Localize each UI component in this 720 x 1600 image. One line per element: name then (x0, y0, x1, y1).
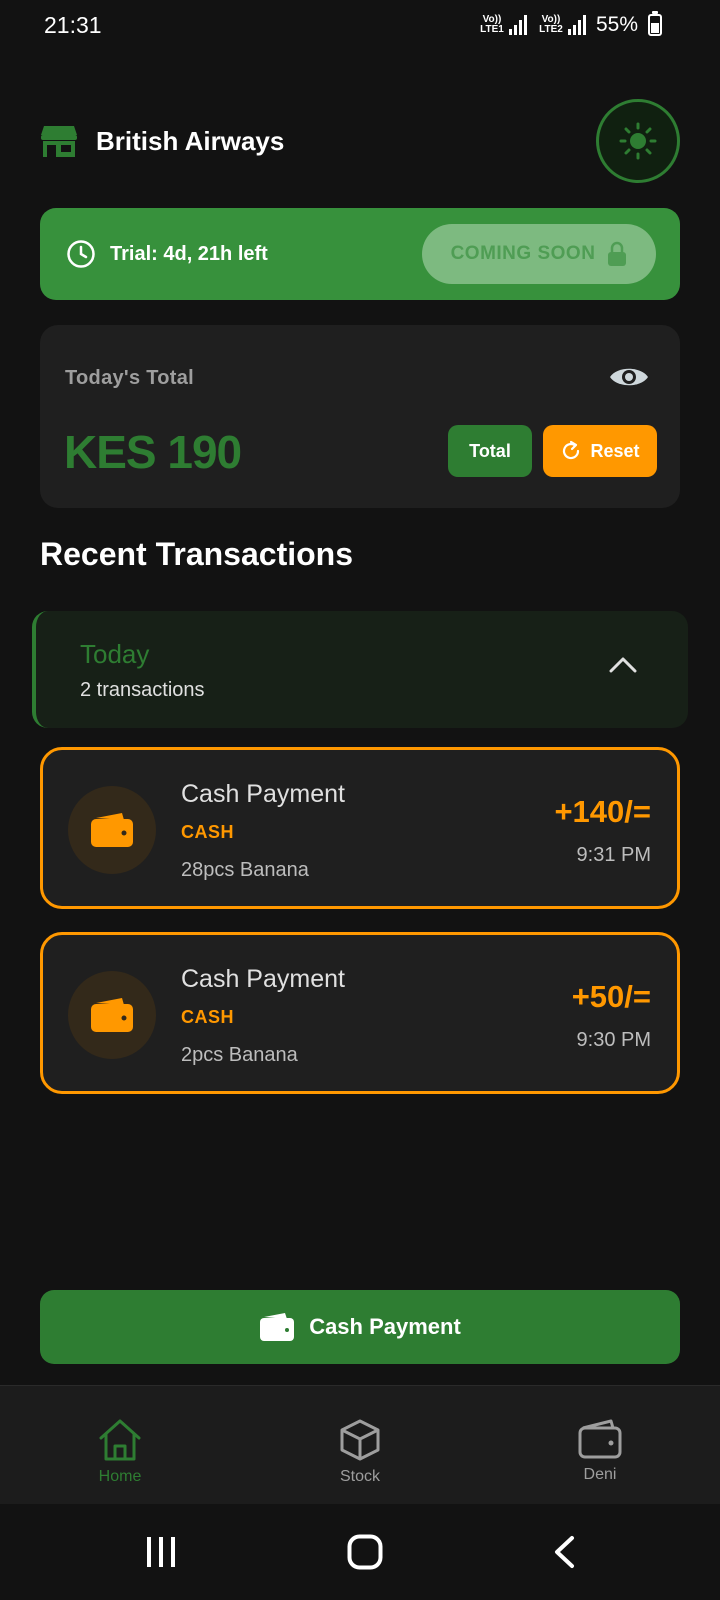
store-brand: British Airways (40, 124, 284, 158)
today-total-amount: KES 190 (64, 426, 242, 478)
bottom-nav: Home Stock Deni (0, 1385, 720, 1504)
chevron-up-icon (609, 657, 637, 673)
transaction-card[interactable]: Cash Payment CASH 2pcs Banana +50/= 9:30… (40, 932, 680, 1094)
wallet-icon (260, 1313, 295, 1341)
reset-label: Reset (590, 440, 640, 461)
lock-icon (608, 241, 627, 266)
system-nav-bar (0, 1504, 720, 1600)
transaction-description: 2pcs Banana (181, 1044, 298, 1066)
signal-bars-icon (567, 15, 586, 35)
status-indicators: Vo)) LTE1 Vo)) LTE2 55% (478, 11, 662, 37)
trial-text: Trial: 4d, 21h left (110, 242, 268, 265)
group-title: Today (80, 639, 150, 669)
nav-label-home: Home (98, 1468, 142, 1485)
home-icon (99, 1419, 141, 1461)
total-button[interactable]: Total (448, 425, 532, 477)
store-icon (41, 126, 77, 157)
sim1-signal: Vo)) LTE1 (478, 15, 527, 35)
cube-icon (340, 1419, 380, 1461)
group-count: 2 transactions (80, 679, 205, 701)
toggle-visibility-button[interactable] (608, 361, 650, 393)
transaction-title: Cash Payment (181, 965, 345, 993)
clock-icon (67, 240, 95, 268)
transaction-group-today[interactable]: Today 2 transactions (32, 611, 688, 728)
transaction-method: CASH (181, 822, 235, 842)
transaction-icon (68, 786, 156, 874)
sim1-label: Vo)) LTE1 (480, 14, 504, 35)
nav-item-deni[interactable]: Deni (480, 1386, 720, 1504)
transaction-time: 9:31 PM (576, 844, 651, 866)
transaction-method: CASH (181, 1007, 235, 1027)
theme-toggle-button[interactable] (596, 99, 680, 183)
coming-soon-button[interactable]: COMING SOON (422, 224, 656, 284)
status-time: 21:31 (44, 11, 102, 38)
transaction-description: 28pcs Banana (181, 859, 309, 881)
home-button-icon[interactable] (347, 1534, 383, 1570)
signal-bars-icon (508, 15, 527, 35)
nav-item-stock[interactable]: Stock (240, 1386, 480, 1504)
battery-percent: 55% (595, 13, 638, 36)
cash-payment-label: Cash Payment (309, 1314, 461, 1339)
wallet-icon (91, 813, 133, 847)
transaction-icon (68, 971, 156, 1059)
transaction-amount: +50/= (571, 979, 651, 1014)
battery-icon (648, 11, 662, 36)
trial-banner: Trial: 4d, 21h left COMING SOON (40, 208, 680, 300)
cash-payment-button[interactable]: Cash Payment (40, 1290, 680, 1364)
transaction-amount: +140/= (554, 794, 651, 829)
recent-apps-icon[interactable] (144, 1536, 178, 1568)
wallet-icon (91, 998, 133, 1032)
status-bar: 21:31 Vo)) LTE1 Vo)) LTE2 55% (0, 0, 720, 50)
back-icon[interactable] (552, 1535, 576, 1569)
transaction-card[interactable]: Cash Payment CASH 28pcs Banana +140/= 9:… (40, 747, 680, 909)
app-header: British Airways (40, 98, 680, 184)
sim2-signal: Vo)) LTE2 (537, 15, 586, 35)
today-total-card: Today's Total KES 190 Total Reset (40, 325, 680, 508)
sun-icon (619, 122, 657, 160)
nav-label-deni: Deni (583, 1466, 617, 1483)
transaction-title: Cash Payment (181, 780, 345, 808)
nav-item-home[interactable]: Home (0, 1386, 240, 1504)
wallet-icon (578, 1419, 622, 1459)
nav-label-stock: Stock (339, 1468, 380, 1485)
coming-soon-label: COMING SOON (450, 243, 596, 264)
reset-button[interactable]: Reset (543, 425, 657, 477)
eye-icon (610, 368, 648, 386)
sim2-label: Vo)) LTE2 (539, 14, 563, 35)
store-name: British Airways (96, 125, 285, 156)
app-screen: 21:31 Vo)) LTE1 Vo)) LTE2 55% British Ai… (0, 0, 720, 1600)
recent-transactions-title: Recent Transactions (40, 536, 353, 572)
trial-info: Trial: 4d, 21h left (66, 239, 268, 269)
transaction-time: 9:30 PM (576, 1029, 651, 1051)
refresh-icon (563, 440, 580, 460)
today-total-label: Today's Total (65, 367, 195, 389)
